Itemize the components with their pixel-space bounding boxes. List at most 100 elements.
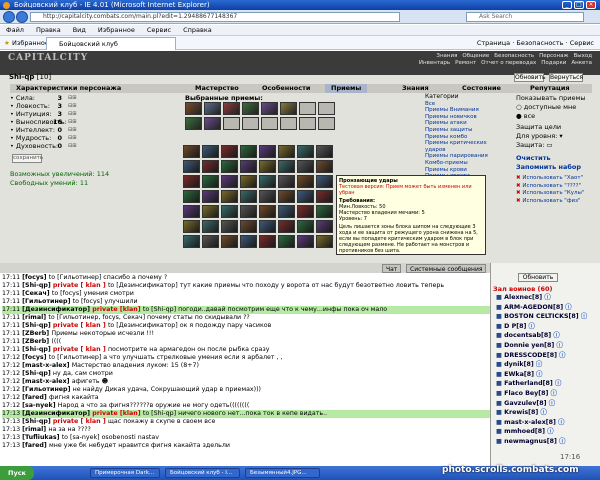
tab-chat[interactable]: Чат [382, 264, 402, 273]
technique-icon[interactable] [316, 220, 333, 233]
technique-icon[interactable] [221, 220, 238, 233]
stat-stepper[interactable]: ⊟⊞ [68, 102, 76, 110]
technique-icon[interactable] [183, 175, 200, 188]
info-icon[interactable]: ⓘ [563, 304, 571, 311]
close-button[interactable]: × [586, 1, 596, 9]
menu-view[interactable]: Вид [73, 26, 86, 34]
technique-icon[interactable] [183, 205, 200, 218]
use-item[interactable]: ✖ Использовать "Кулы" [516, 190, 596, 198]
top-menu-link[interactable]: Безопасность [494, 53, 534, 59]
online-user[interactable]: ■ mmhoed[8] ⓘ [496, 427, 587, 437]
selected-slot[interactable] [261, 102, 278, 115]
use-item[interactable]: ✖ Использовать "физ" [516, 198, 596, 206]
info-icon[interactable]: ⓘ [534, 361, 542, 368]
cmd-safety[interactable]: Безопасность [516, 39, 563, 47]
technique-icon[interactable] [316, 145, 333, 158]
chat-user[interactable]: [fared] [22, 442, 49, 449]
online-user[interactable]: ■ Donnie yen[8] ⓘ [496, 341, 587, 351]
task-item[interactable]: Бойцовский клуб - I... [165, 468, 240, 478]
tab-system-messages[interactable]: Системные сообщения [406, 264, 487, 273]
technique-icon[interactable] [297, 190, 314, 203]
info-icon[interactable]: ⓘ [554, 342, 562, 349]
technique-icon[interactable] [278, 145, 295, 158]
selected-slot[interactable] [185, 117, 202, 130]
technique-icon[interactable] [240, 145, 257, 158]
tab-characteristics[interactable]: Характеристики персонажа [16, 84, 121, 93]
stat-stepper[interactable]: ⊟⊞ [68, 118, 76, 126]
maximize-button[interactable]: □ [574, 1, 584, 9]
technique-icon[interactable] [202, 205, 219, 218]
info-icon[interactable]: ⓘ [557, 352, 565, 359]
technique-icon[interactable] [221, 205, 238, 218]
info-icon[interactable]: ⓘ [538, 409, 546, 416]
category-link[interactable]: Приемы защиты [425, 127, 505, 134]
technique-icon[interactable] [316, 190, 333, 203]
chat-user[interactable]: [fared] [22, 394, 49, 401]
technique-icon[interactable] [221, 235, 238, 248]
technique-icon[interactable] [278, 235, 295, 248]
selected-slot[interactable] [242, 102, 259, 115]
info-icon[interactable]: ⓘ [545, 428, 553, 435]
technique-icon[interactable] [202, 160, 219, 173]
technique-icon[interactable] [278, 190, 295, 203]
technique-icon[interactable] [278, 220, 295, 233]
selected-slot[interactable] [223, 117, 240, 130]
radio-available[interactable]: ○ доступные мне [516, 103, 596, 112]
selected-slot[interactable] [280, 102, 297, 115]
technique-icon[interactable] [183, 190, 200, 203]
technique-icon[interactable] [297, 160, 314, 173]
chat-user[interactable]: [mast-x-alex] [22, 362, 72, 369]
selected-slot[interactable] [223, 102, 240, 115]
online-user[interactable]: ■ dynik[8] ⓘ [496, 360, 587, 370]
technique-icon[interactable] [183, 220, 200, 233]
technique-icon[interactable] [221, 190, 238, 203]
technique-icon[interactable] [278, 160, 295, 173]
stat-stepper[interactable]: ⊟⊞ [68, 110, 76, 118]
category-link[interactable]: Все [425, 101, 505, 108]
info-icon[interactable]: ⓘ [547, 400, 555, 407]
technique-icon[interactable] [297, 235, 314, 248]
back-nav-icon[interactable] [3, 11, 15, 23]
technique-icon[interactable] [297, 175, 314, 188]
top-menu-link[interactable]: Анкета [571, 60, 592, 66]
task-item[interactable]: Примерочная Dark... [90, 468, 160, 478]
stat-stepper[interactable]: ⊟⊞ [68, 134, 76, 142]
technique-icon[interactable] [240, 160, 257, 173]
category-link[interactable]: Приемы критических ударов [425, 140, 505, 153]
technique-icon[interactable] [240, 205, 257, 218]
chat-user[interactable]: [Shi-qp] [22, 418, 53, 425]
category-link[interactable]: Приемы комбо [425, 134, 505, 141]
technique-icon[interactable] [259, 145, 276, 158]
technique-icon[interactable] [202, 190, 219, 203]
online-user[interactable]: ■ Krewis[8] ⓘ [496, 408, 587, 418]
selected-slot[interactable] [299, 117, 316, 130]
technique-icon[interactable] [259, 190, 276, 203]
save-button[interactable]: сохранить [12, 154, 43, 163]
chat-user[interactable]: [rimal] [22, 314, 48, 321]
info-icon[interactable]: ⓘ [551, 332, 559, 339]
chat-user[interactable]: [Дезинсификатор] [22, 306, 92, 313]
technique-icon[interactable] [202, 145, 219, 158]
selected-slot[interactable] [318, 102, 335, 115]
category-link[interactable]: Комбо-приемы [425, 160, 505, 167]
chat-user[interactable]: [focys] [22, 274, 49, 281]
category-link[interactable]: Приемы Внимания [425, 107, 505, 114]
menu-favorites[interactable]: Избранное [98, 26, 135, 34]
info-icon[interactable]: ⓘ [556, 419, 564, 426]
chat-user[interactable]: [ZBerb] [22, 330, 51, 337]
technique-icon[interactable] [183, 145, 200, 158]
top-menu-link[interactable]: Знания [436, 53, 457, 59]
tab-combats[interactable]: Бойцовский клуб [46, 37, 176, 50]
top-menu-link[interactable]: Инвентарь [419, 60, 450, 66]
technique-icon[interactable] [278, 205, 295, 218]
menu-help[interactable]: Справка [183, 26, 212, 34]
chat-user[interactable]: [Дезинсификатор] [22, 410, 92, 417]
star-icon[interactable]: ★ [4, 36, 10, 50]
chat-user[interactable]: [Гильотинер] [22, 386, 72, 393]
chat-user[interactable]: [Гильотинер] [22, 298, 72, 305]
info-icon[interactable]: ⓘ [579, 313, 587, 320]
selected-slot[interactable] [185, 102, 202, 115]
online-user[interactable]: ■ mast-x-alex[8] ⓘ [496, 418, 587, 428]
refresh-online-button[interactable]: Обновить [518, 273, 558, 282]
chat-user[interactable]: [ZBerb] [22, 338, 51, 345]
